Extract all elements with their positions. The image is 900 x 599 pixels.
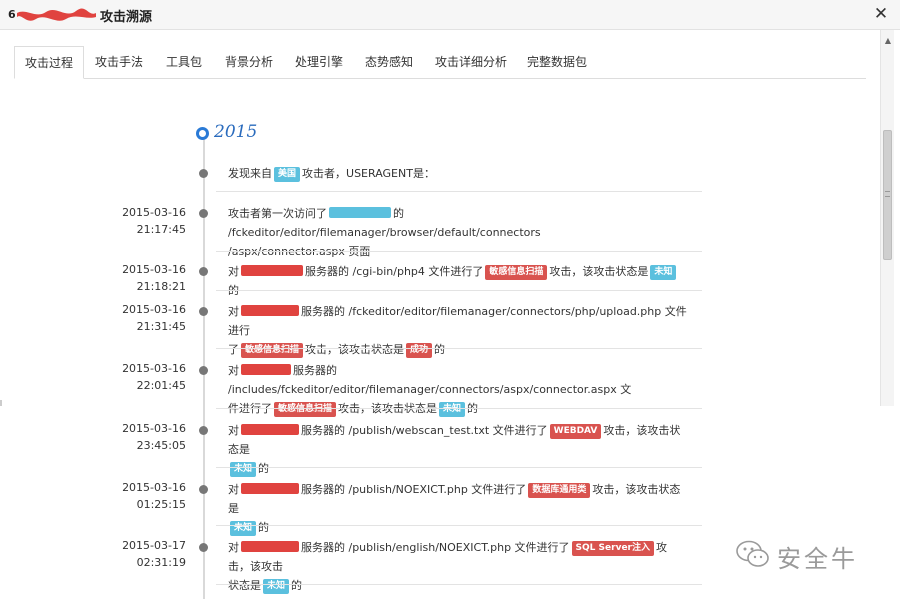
event-date: 2015-03-16 23:45:05 [122,422,186,452]
redacted-title-prefix: 6 [8,8,96,21]
attack-type-badge: 敏感信息扫描 [274,402,337,417]
timeline-event: 发现来自 美国 攻击者，USERAGENT是： [228,167,435,182]
country-badge: 美国 [274,167,301,182]
divider [216,584,702,585]
tab-engine[interactable]: 处理引擎 [287,46,351,79]
timeline-dot [199,366,208,375]
tab-toolkit[interactable]: 工具包 [156,46,212,79]
event-date: 2015-03-16 01:25:15 [122,481,186,511]
event-date: 2015-03-17 02:31:19 [122,539,186,569]
timeline-dot [199,307,208,316]
tab-attack-process[interactable]: 攻击过程 [14,46,84,79]
timeline-event: 对服务器的 /publish/english/NOEXICT.php 文件进行了… [228,541,667,594]
status-badge: 未知 [439,402,466,417]
tab-attack-detail[interactable]: 攻击详细分析 [428,46,514,79]
event-date: 2015-03-16 21:31:45 [122,303,186,333]
attack-type-badge: 数据库通用类 [528,483,591,498]
timeline-dot [199,209,208,218]
timeline-year: 2015 [214,122,258,142]
timeline-event: 对服务器的 /fckeditor/editor/filemanager/conn… [228,305,687,358]
timeline-event: 对服务器的 /cgi-bin/php4 文件进行了 敏感信息扫描 攻击，该攻击状态是… [228,262,688,300]
divider [216,251,702,252]
window-title: 攻击溯源 [100,10,153,25]
attack-type-badge: 敏感信息扫描 [241,343,304,358]
status-badge: 未知 [230,521,257,536]
divider [216,191,702,192]
divider [216,467,702,468]
scrollbar[interactable]: ▲ [880,30,894,406]
title-bar: 6 攻击溯源 ✕ [0,0,900,30]
status-badge: 未知 [263,579,290,594]
attack-type-badge: WEBDAV [549,424,602,439]
tab-full-packet[interactable]: 完整数据包 [520,46,594,79]
redacted-server [241,541,299,552]
timeline-event: 对服务器的 /includes/fckeditor/editor/fileman… [228,364,632,417]
event-date: 2015-03-16 21:17:45 [122,206,186,236]
redacted-target [329,207,391,218]
close-button[interactable]: ✕ [872,5,890,23]
timeline-line [203,130,205,599]
status-badge: 未知 [230,462,257,477]
redacted-server [241,305,299,316]
redacted-server [241,265,303,276]
redacted-server [241,424,299,435]
timeline-dot [199,169,208,178]
event-date: 2015-03-16 22:01:45 [122,362,186,392]
svg-text:6: 6 [8,8,16,21]
divider [216,348,702,349]
timeline-dot [199,426,208,435]
event-date: 2015-03-16 21:18:21 [122,263,186,293]
divider [216,408,702,409]
scroll-thumb[interactable] [883,130,892,260]
status-badge: 未知 [650,265,677,280]
timeline-event: 对服务器的 /publish/NOEXICT.php 文件进行了 数据库通用类 攻击… [228,483,681,536]
redacted-server [241,364,291,375]
window-edge [0,400,2,406]
tab-situation-awareness[interactable]: 态势感知 [357,46,421,79]
timeline-dot [199,485,208,494]
watermark: 安全牛 [735,535,885,575]
tab-attack-method[interactable]: 攻击手法 [86,46,152,79]
scroll-up-icon[interactable]: ▲ [881,34,895,48]
attack-type-badge: SQL Server注入 [571,541,654,556]
redacted-server [241,483,299,494]
timeline-event: 对服务器的 /publish/webscan_test.txt 文件进行了 WEB… [228,424,681,477]
watermark-text: 安全牛 [777,545,858,573]
tab-bar: 攻击过程 攻击手法 工具包 背景分析 处理引擎 态势感知 攻击详细分析 完整数据… [14,46,866,79]
timeline-dot [199,267,208,276]
timeline-event: 攻击者第一次访问了的 /fckeditor/editor/filemanager… [228,207,541,258]
divider [216,525,702,526]
year-marker-icon [196,127,209,140]
divider [216,290,702,291]
timeline-dot [199,543,208,552]
tab-background-analysis[interactable]: 背景分析 [217,46,281,79]
attack-type-badge: 敏感信息扫描 [485,265,548,280]
wechat-icon [736,540,769,567]
status-badge: 成功 [406,343,433,358]
